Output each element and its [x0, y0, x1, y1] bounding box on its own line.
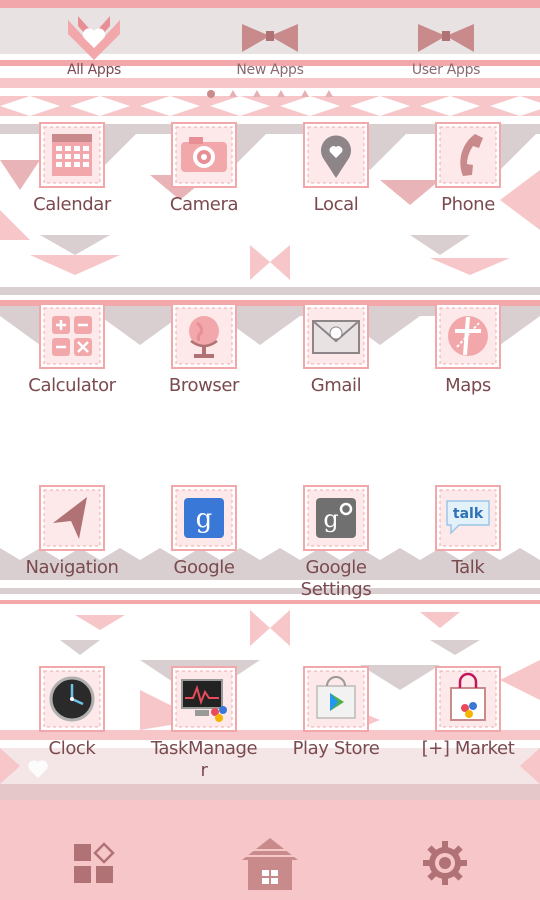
page-indicator: [207, 90, 333, 98]
bow-icon: [386, 14, 506, 58]
app-browser[interactable]: Browser: [138, 303, 270, 397]
app-camera[interactable]: Camera: [138, 122, 270, 216]
app-taskmanager[interactable]: TaskManager: [138, 666, 270, 782]
app-label: Gmail: [310, 375, 362, 396]
app-talk[interactable]: talk Talk: [402, 485, 534, 579]
app-label: Phone: [441, 194, 495, 215]
map-pin-heart-icon: [303, 122, 369, 188]
clock-icon: [39, 666, 105, 732]
app-label: Navigation: [25, 557, 119, 578]
app-local[interactable]: Local: [270, 122, 402, 216]
svg-text:talk: talk: [453, 506, 484, 522]
globe-icon: [171, 303, 237, 369]
tab-all-apps[interactable]: All Apps: [34, 14, 154, 78]
app-label: Camera: [169, 194, 239, 215]
app-maps[interactable]: Maps: [402, 303, 534, 397]
page-dot-current: [207, 90, 215, 98]
app-play-store[interactable]: Play Store: [270, 666, 402, 760]
heart-bow-icon: [34, 14, 154, 60]
app-clock[interactable]: Clock: [6, 666, 138, 760]
app-label: Google: [173, 557, 235, 578]
tab-user-apps[interactable]: User Apps: [386, 14, 506, 78]
tab-user-apps-label: User Apps: [411, 62, 481, 78]
phone-icon: [435, 122, 501, 188]
camera-icon: [171, 122, 237, 188]
home-house-icon: [240, 838, 300, 896]
apps-grid-button[interactable]: [72, 842, 116, 890]
svg-text:g: g: [196, 504, 213, 534]
tab-new-apps[interactable]: New Apps: [210, 14, 330, 78]
app-google[interactable]: g Google: [138, 485, 270, 579]
page-dot: [277, 90, 285, 97]
app-label: TaskManager: [150, 738, 258, 781]
google-settings-icon: g: [303, 485, 369, 551]
map-icon: [435, 303, 501, 369]
task-manager-icon: [171, 666, 237, 732]
talk-icon: talk: [435, 485, 501, 551]
app-calendar[interactable]: Calendar: [6, 122, 138, 216]
play-store-icon: [303, 666, 369, 732]
svg-text:g: g: [323, 505, 338, 533]
page-dot: [229, 90, 237, 97]
app-phone[interactable]: Phone: [402, 122, 534, 216]
app-label: Google Settings: [300, 557, 372, 600]
app-market[interactable]: [+] Market: [402, 666, 534, 760]
home-button[interactable]: [240, 836, 300, 896]
tab-all-apps-label: All Apps: [66, 62, 122, 78]
settings-button[interactable]: [422, 840, 468, 890]
gear-icon: [422, 841, 468, 890]
page-dot: [325, 90, 333, 97]
app-navigation[interactable]: Navigation: [6, 485, 138, 579]
market-bag-icon: [435, 666, 501, 732]
envelope-icon: [303, 303, 369, 369]
app-calculator[interactable]: Calculator: [6, 303, 138, 397]
app-label: Clock: [48, 738, 96, 759]
app-label: Calendar: [33, 194, 111, 215]
app-label: Play Store: [292, 738, 380, 759]
app-google-settings[interactable]: g Google Settings: [270, 485, 402, 601]
app-label: [+] Market: [421, 738, 515, 759]
page-dot: [253, 90, 261, 97]
dock-bar: [0, 800, 540, 900]
app-label: Maps: [445, 375, 491, 396]
google-icon: g: [171, 485, 237, 551]
bow-icon: [210, 14, 330, 58]
app-label: Local: [313, 194, 359, 215]
navigation-arrow-icon: [39, 485, 105, 551]
calculator-icon: [39, 303, 105, 369]
app-label: Calculator: [28, 375, 116, 396]
page-dot: [301, 90, 309, 97]
app-label: Talk: [451, 557, 485, 578]
tab-new-apps-label: New Apps: [236, 62, 304, 78]
app-label: Browser: [168, 375, 240, 396]
calendar-icon: [39, 122, 105, 188]
app-tabs: All Apps New Apps User Apps: [0, 0, 540, 90]
app-gmail[interactable]: Gmail: [270, 303, 402, 397]
apps-grid-icon: [72, 842, 116, 890]
